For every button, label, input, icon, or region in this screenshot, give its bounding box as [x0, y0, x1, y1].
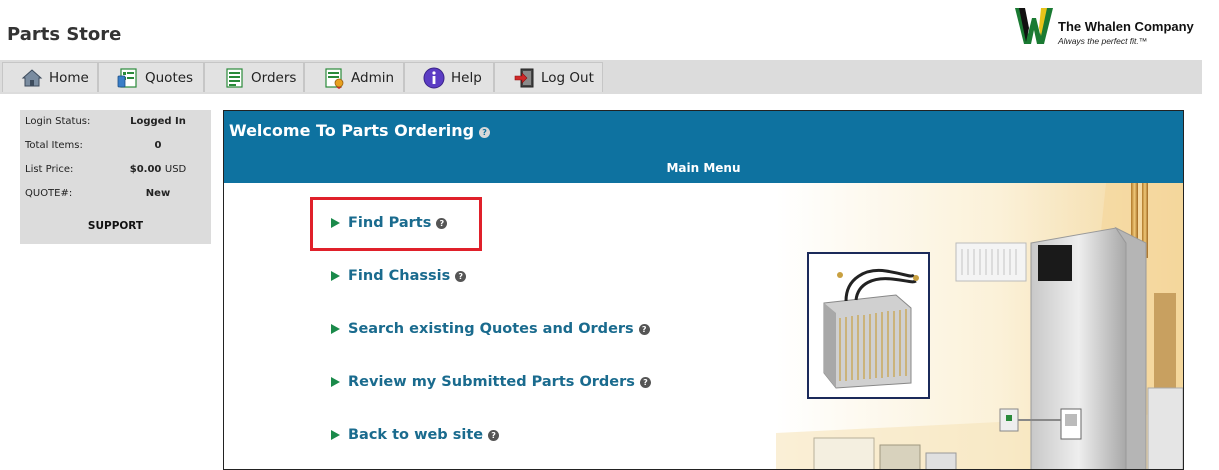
help-question-icon[interactable]: ? [436, 217, 448, 229]
admin-icon [323, 67, 345, 89]
main-menu-header: Main Menu [666, 161, 741, 175]
nav-home-label: Home [49, 69, 89, 86]
nav-orders[interactable]: Orders [204, 62, 304, 92]
nav-home[interactable]: Home [2, 62, 98, 92]
list-price-unit: USD [164, 164, 187, 175]
page-header: Parts Store The Whalen Company Always th… [0, 0, 1219, 60]
arrow-right-icon [331, 324, 340, 334]
main-navigation: Home Quotes Orders Admin Help Log Out [0, 60, 1202, 94]
menu-link-label: Back to web site [348, 427, 484, 443]
total-items-value: 0 [154, 140, 162, 151]
help-question-icon[interactable]: ? [488, 429, 500, 441]
logo-tagline: Always the perfect fit.™ [1058, 36, 1148, 46]
nav-help-label: Help [451, 69, 482, 86]
quote-number-value: New [145, 188, 171, 199]
help-icon [423, 67, 445, 89]
arrow-right-icon [331, 218, 340, 228]
app-title: Parts Store [7, 24, 122, 45]
total-items-row: Total Items: 0 [25, 140, 206, 154]
home-icon [21, 67, 43, 89]
list-price-amount: $0.00 [129, 164, 162, 175]
menu-link-label: Find Parts [348, 215, 432, 231]
logout-icon [513, 67, 535, 89]
nav-logout[interactable]: Log Out [494, 62, 603, 92]
quote-number-label: QUOTE#: [25, 188, 73, 199]
login-status-label: Login Status: [25, 116, 91, 127]
help-question-icon[interactable]: ? [455, 270, 467, 282]
menu-link-find-parts[interactable]: Find Parts ? [331, 213, 448, 233]
logo-company-name: The Whalen Company [1058, 19, 1194, 34]
help-question-icon[interactable]: ? [639, 376, 651, 388]
company-logo[interactable]: The Whalen Company Always the perfect fi… [1014, 6, 1214, 50]
main-panel: Welcome To Parts Ordering? Main Menu Fin… [223, 110, 1184, 470]
nav-quotes-label: Quotes [145, 69, 194, 86]
nav-orders-label: Orders [251, 69, 297, 86]
title-help-icon[interactable]: ? [479, 127, 491, 138]
list-price-label: List Price: [25, 164, 74, 175]
login-status-row: Login Status: Logged In [25, 116, 206, 130]
arrow-right-icon [331, 430, 340, 440]
nav-logout-label: Log Out [541, 69, 594, 86]
status-panel: Login Status: Logged In Total Items: 0 L… [20, 110, 211, 244]
menu-link-back-to-website[interactable]: Back to web site ? [331, 425, 500, 445]
arrow-right-icon [331, 377, 340, 387]
list-price-value: $0.00 USD [113, 164, 203, 175]
nav-admin-label: Admin [351, 69, 395, 86]
login-status-value: Logged In [130, 116, 186, 127]
hvac-illustration [776, 183, 1183, 469]
page-title: Welcome To Parts Ordering? [229, 121, 491, 140]
menu-link-search-quotes-orders[interactable]: Search existing Quotes and Orders ? [331, 319, 650, 339]
help-question-icon[interactable]: ? [638, 323, 650, 335]
menu-link-find-chassis[interactable]: Find Chassis ? [331, 266, 467, 286]
quote-number-row: QUOTE#: New [25, 188, 206, 202]
total-items-label: Total Items: [25, 140, 83, 151]
quotes-icon [117, 67, 139, 89]
orders-icon [223, 67, 245, 89]
support-link[interactable]: SUPPORT [20, 220, 211, 232]
nav-admin[interactable]: Admin [304, 62, 404, 92]
whalen-logo-icon [1014, 6, 1054, 46]
page-title-text: Welcome To Parts Ordering [229, 121, 475, 140]
menu-link-review-orders[interactable]: Review my Submitted Parts Orders ? [331, 372, 651, 392]
menu-link-label: Find Chassis [348, 268, 451, 284]
nav-quotes[interactable]: Quotes [98, 62, 204, 92]
menu-link-label: Review my Submitted Parts Orders [348, 374, 635, 390]
list-price-row: List Price: $0.00 USD [25, 164, 206, 178]
arrow-right-icon [331, 271, 340, 281]
welcome-banner: Welcome To Parts Ordering? Main Menu [224, 111, 1183, 183]
nav-help[interactable]: Help [404, 62, 494, 92]
menu-link-label: Search existing Quotes and Orders [348, 321, 634, 337]
